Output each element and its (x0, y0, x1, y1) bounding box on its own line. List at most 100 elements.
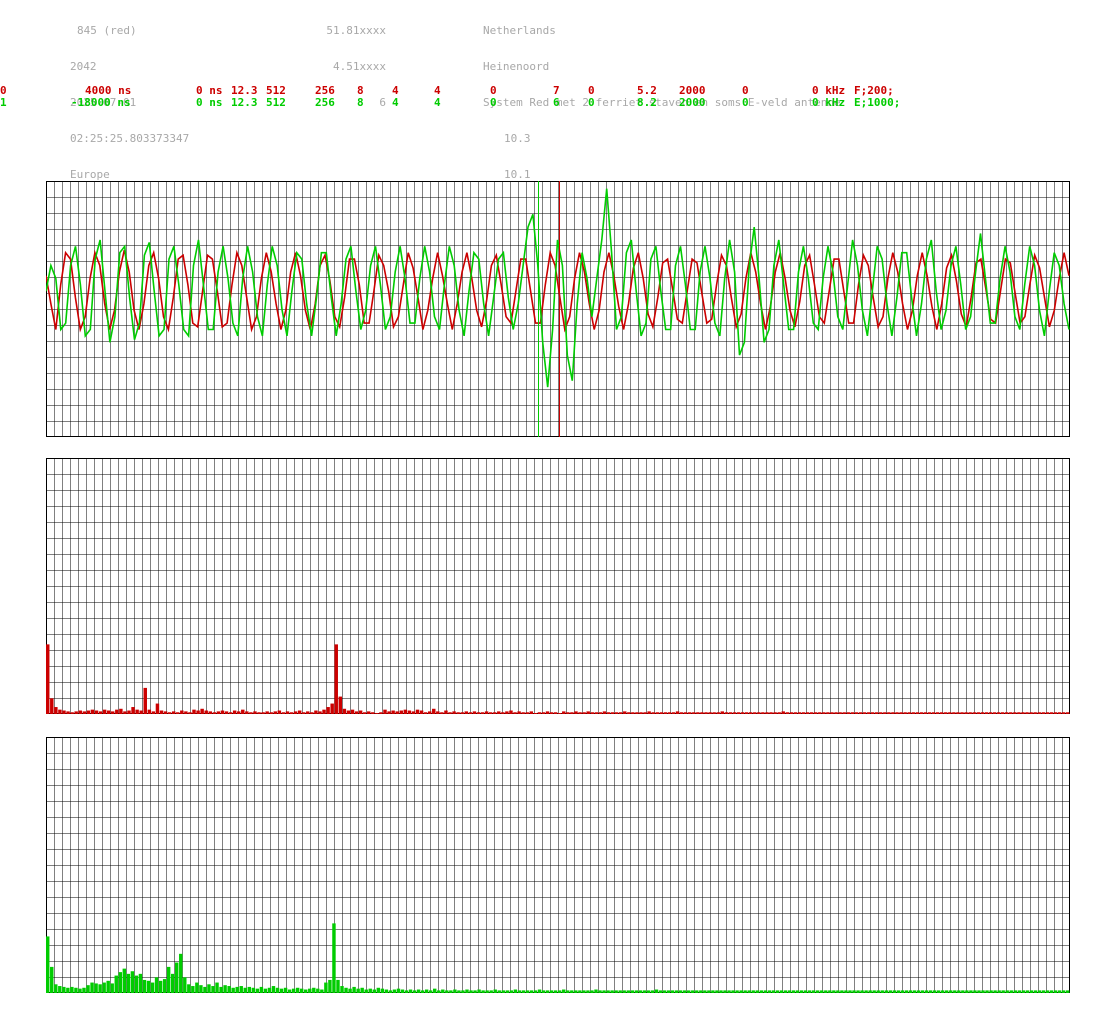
spectrum-green-bar (66, 987, 70, 993)
spectrum-green-bar (811, 990, 816, 993)
spectrum-red-bar (253, 711, 257, 714)
spectrum-green-bar (287, 989, 292, 993)
spectrum-green-bar (348, 988, 352, 993)
spectrum-green-bar (513, 989, 518, 993)
spectrum-red-bar (232, 710, 237, 714)
spectrum-red-bar (907, 712, 911, 714)
spectrum-green-bar (275, 987, 280, 993)
spectrum-red-bar (712, 712, 716, 714)
spectrum-red-bar (1033, 712, 1037, 714)
spectrum-green-bar (376, 987, 381, 993)
spectrum-green-bar (1061, 990, 1066, 993)
spectrum-green-bar (759, 990, 763, 993)
spectrum-green-bar (860, 990, 864, 993)
spectrum-green-bar (1033, 990, 1038, 993)
spectrum-red-bar (407, 710, 412, 714)
spectrum-red-bar (834, 712, 838, 714)
spectrum-green-bar (183, 977, 187, 993)
spectrum-red-bar (704, 712, 708, 714)
channel-freq: 0 kHz (812, 96, 846, 109)
spectrum-red-bar (293, 711, 298, 714)
spectrum-chart-red (46, 458, 1070, 714)
spectrum-green-bar (1013, 990, 1017, 993)
channel-gain: 12.3 (231, 96, 258, 109)
spectrum-green-bar (207, 984, 211, 993)
spectrum-red-bar (1065, 712, 1070, 714)
spectrum-green-bar (1025, 990, 1030, 993)
spectrum-green-bar (594, 989, 598, 993)
spectrum-green-bar (864, 990, 868, 993)
region-label: Europe (70, 168, 110, 181)
spectrum-red-bar (143, 687, 147, 714)
spectrum-green-bar (945, 990, 949, 993)
spectrum-green-bar (453, 989, 457, 993)
spectrum-green-bar (876, 990, 880, 993)
spectrum-red-bar (354, 711, 359, 714)
spectrum-green-bar (578, 990, 582, 993)
spectrum-red-bar (334, 644, 338, 714)
spectrum-red-bar (480, 712, 485, 714)
spectrum-green-bar (884, 990, 888, 993)
spectrum-red-bar (505, 711, 509, 714)
spectrum-red-bar (562, 711, 566, 714)
spectrum-red-bar (748, 712, 753, 714)
spectrum-red-bar (346, 710, 351, 714)
spectrum-red-bar (956, 712, 960, 714)
channel-b: 4 (392, 96, 399, 109)
spectrum-red-bar (180, 710, 184, 714)
spectrum-green-bar (344, 987, 348, 993)
spectrum-green-bar (86, 985, 90, 993)
spectrum-red-bar (992, 712, 997, 714)
spectrum-green-bar (62, 986, 66, 993)
spectrum-green-bar (691, 990, 695, 993)
spectrum-red-bar (814, 712, 818, 714)
spectrum-green-bar (735, 990, 739, 993)
spectrum-green-bar (58, 986, 62, 993)
spectrum-green-bar (949, 990, 953, 993)
spectrum-green-bar (223, 985, 227, 993)
spectrum-red-bar (553, 712, 558, 714)
spectrum-red-bar (94, 710, 99, 714)
spectrum-green-bar (271, 986, 276, 993)
spectrum-green-bar (392, 989, 397, 993)
spectrum-red-bar (111, 711, 115, 714)
spectrum-red-bar (403, 709, 408, 714)
spectrum-green-bar (134, 975, 139, 993)
spectrum-green-bar (211, 986, 215, 993)
spectrum-red-bar (606, 712, 611, 714)
spectrum-red-bar (1045, 712, 1050, 714)
spectrum-green-bar (678, 990, 683, 993)
spectrum-green-bar (428, 990, 433, 993)
channel-d: 0 (490, 96, 497, 109)
spectrum-red-bar (602, 711, 607, 714)
spectrum-red-bar (850, 712, 855, 714)
spectrum-red-bar (558, 713, 562, 714)
spectrum-green-bar (767, 990, 772, 993)
spectrum-green-bar (118, 972, 122, 993)
spectrum-red-bar (818, 712, 822, 714)
spectrum-green-bar (70, 986, 74, 993)
spectrum-green-bar (558, 990, 562, 993)
spectrum-red-bar (131, 707, 135, 714)
spectrum-red-bar (659, 712, 664, 714)
spectrum-red-bar (468, 712, 473, 714)
spectrum-green-bar (598, 990, 602, 993)
spectrum-red-bar (858, 712, 863, 714)
spectrum-green-bar (142, 979, 147, 993)
channel-samples: 512 (266, 96, 286, 109)
spectrum-red-bar (196, 710, 200, 714)
spectrum-green-bar (852, 990, 856, 993)
spectrum-red-bar (773, 712, 777, 714)
spectrum-green-bar (973, 990, 977, 993)
spectrum-red-bar (667, 712, 672, 714)
spectrum-green-bar (78, 988, 82, 993)
spectrum-green-bar (715, 990, 719, 993)
spectrum-red-bar (866, 712, 871, 714)
spectrum-green-bar (1049, 990, 1054, 993)
spectrum-green-bar (90, 982, 94, 993)
spectrum-green-bar (622, 990, 626, 993)
spectrum-green-bar (985, 990, 989, 993)
spectrum-green-bar (396, 988, 401, 993)
spectrum-green-bar (114, 975, 118, 993)
spectrum-green-bar (908, 990, 913, 993)
